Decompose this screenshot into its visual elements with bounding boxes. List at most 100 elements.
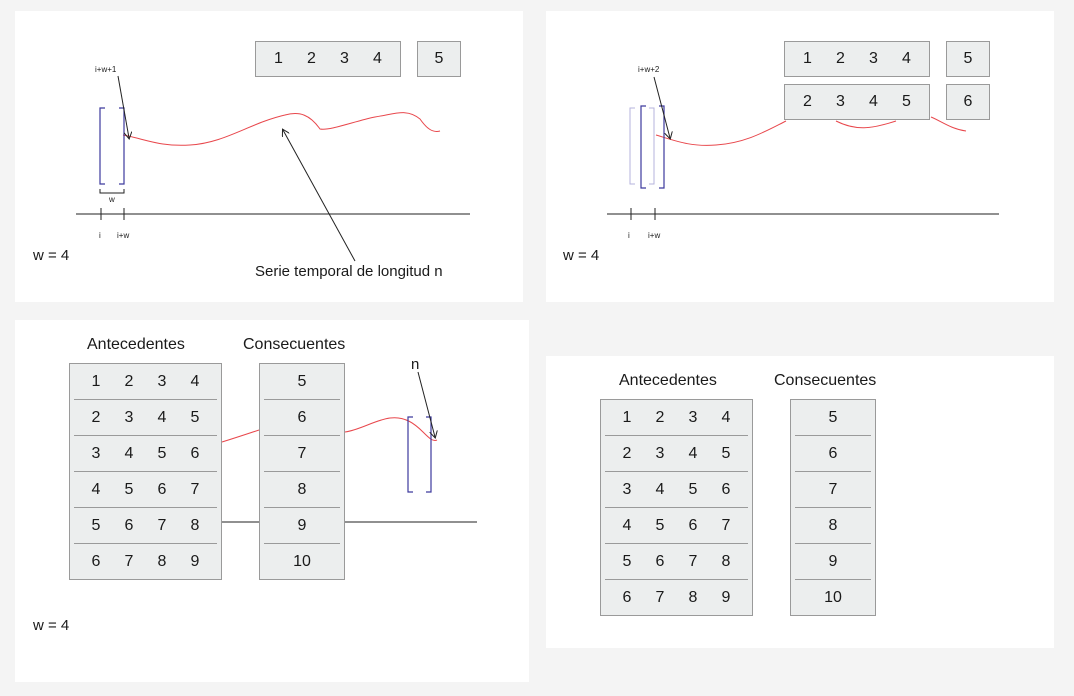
table-cell: 8 [688, 589, 698, 606]
table-row: 6 7 8 9 [74, 544, 217, 580]
table-cell: 9 [721, 589, 731, 606]
table-row: 5 6 7 8 [605, 544, 748, 580]
panel-final-dataset: Antecedentes Consecuentes 1 2 3 4 2 3 4 5 3 4 5 6… [546, 356, 1054, 648]
table-cell: 5 [124, 480, 134, 498]
table-cell: 5 [622, 552, 632, 570]
window-value: 3 [340, 50, 349, 67]
table-row: 2 3 4 5 [74, 400, 217, 436]
table-cell: 1 [91, 372, 101, 390]
time-series-line-tail [344, 417, 438, 441]
tick-label-iw: i+w [648, 231, 661, 240]
table-cell: 7 [688, 552, 698, 570]
table-row: 9 [795, 544, 871, 580]
n-arrow [417, 371, 435, 437]
tick-label-i: i [628, 231, 630, 240]
table-cell: 6 [721, 480, 731, 498]
table-cell: 3 [157, 372, 167, 390]
window-box: 1 2 3 4 [255, 41, 401, 77]
marker-label: i+w+2 [638, 65, 660, 74]
table-cell: 3 [124, 408, 134, 426]
table-cell: 5 [297, 372, 307, 390]
table-cell: 6 [124, 516, 134, 534]
window-size-label: w = 4 [33, 617, 70, 634]
table-cell: 5 [190, 408, 200, 426]
antecedents-table: 1 2 3 4 2 3 4 5 3 4 5 6 4 5 6 7 5 6 7 8 6 7 8 9 [600, 399, 753, 616]
table-cell: 3 [91, 444, 101, 462]
target-box: 5 [417, 41, 461, 77]
consequents-table: 5 6 7 8 9 10 [259, 363, 345, 580]
table-cell: 2 [124, 372, 134, 390]
table-cell: 9 [297, 516, 307, 534]
time-series-line [221, 429, 260, 443]
table-cell: 6 [688, 516, 698, 534]
table-cell: 6 [828, 444, 838, 462]
consequents-table: 5 6 7 8 9 10 [790, 399, 876, 616]
table-cell: 5 [91, 516, 101, 534]
table-cell: 6 [91, 553, 101, 570]
table-cell: 10 [824, 589, 842, 606]
window-box: 2 3 4 5 [784, 84, 930, 120]
table-cell: 4 [124, 444, 134, 462]
window-value: 1 [274, 50, 283, 67]
n-label: n [411, 356, 420, 373]
time-series-line [655, 120, 787, 146]
table-cell: 5 [721, 444, 731, 462]
table-cell: 8 [828, 516, 838, 534]
table-cell: 5 [828, 408, 838, 426]
table-cell: 2 [655, 408, 665, 426]
table-row: 6 [264, 400, 340, 436]
table-cell: 5 [688, 480, 698, 498]
table-row: 9 [264, 508, 340, 544]
table-cell: 4 [655, 480, 665, 498]
window-value: 1 [803, 50, 812, 67]
antecedents-table: 1 2 3 4 2 3 4 5 3 4 5 6 4 5 6 7 5 6 7 8 6 7 8 9 [69, 363, 222, 580]
table-row: 7 [264, 436, 340, 472]
table-row: 6 [795, 436, 871, 472]
table-cell: 9 [190, 553, 200, 570]
table-row: 4 5 6 7 [605, 508, 748, 544]
table-cell: 4 [688, 444, 698, 462]
table-row: 5 6 7 8 [74, 508, 217, 544]
table-cell: 3 [688, 408, 698, 426]
marker-label: i+w+1 [95, 65, 117, 74]
tick-label-i: i [99, 231, 101, 240]
window-size-label: w = 4 [563, 247, 600, 264]
window-value: 5 [902, 93, 911, 110]
table-row: 8 [264, 472, 340, 508]
table-cell: 4 [190, 372, 200, 390]
table-row: 5 [264, 364, 340, 400]
table-row: 7 [795, 472, 871, 508]
tick-label-iw: i+w [117, 231, 130, 240]
table-cell: 7 [721, 516, 731, 534]
table-row: 1 2 3 4 [74, 364, 217, 400]
panel-dataset-construction: Antecedentes Consecuentes n w = 4 1 2 3 4 2… [15, 320, 529, 682]
panel-sliding-window-step-1: 1 2 3 4 5 i+w+1 w i i+w w = 4 Serie temp… [15, 11, 523, 302]
window-box: 1 2 3 4 [784, 41, 930, 77]
window-value: 4 [869, 93, 878, 110]
window-value: 2 [836, 50, 845, 67]
target-box: 6 [946, 84, 990, 120]
table-cell: 8 [190, 516, 200, 534]
target-value: 5 [963, 50, 973, 67]
table-cell: 1 [622, 408, 632, 426]
window-value: 3 [869, 50, 878, 67]
table-row: 3 4 5 6 [605, 472, 748, 508]
table-cell: 4 [157, 408, 167, 426]
table-row: 4 5 6 7 [74, 472, 217, 508]
consequents-header: Consecuentes [774, 372, 877, 389]
table-cell: 6 [622, 589, 632, 606]
table-cell: 4 [721, 408, 731, 426]
table-row: 5 [795, 400, 871, 436]
table-cell: 5 [655, 516, 665, 534]
target-value: 5 [434, 50, 444, 67]
table-row: 3 4 5 6 [74, 436, 217, 472]
table-cell: 7 [655, 589, 665, 606]
table-cell: 4 [91, 480, 101, 498]
table-row: 2 3 4 5 [605, 436, 748, 472]
table-cell: 7 [297, 444, 307, 462]
table-cell: 3 [655, 444, 665, 462]
table-row: 10 [795, 580, 871, 616]
table-row: 1 2 3 4 [605, 400, 748, 436]
table-cell: 6 [297, 408, 307, 426]
table-cell: 2 [622, 444, 632, 462]
